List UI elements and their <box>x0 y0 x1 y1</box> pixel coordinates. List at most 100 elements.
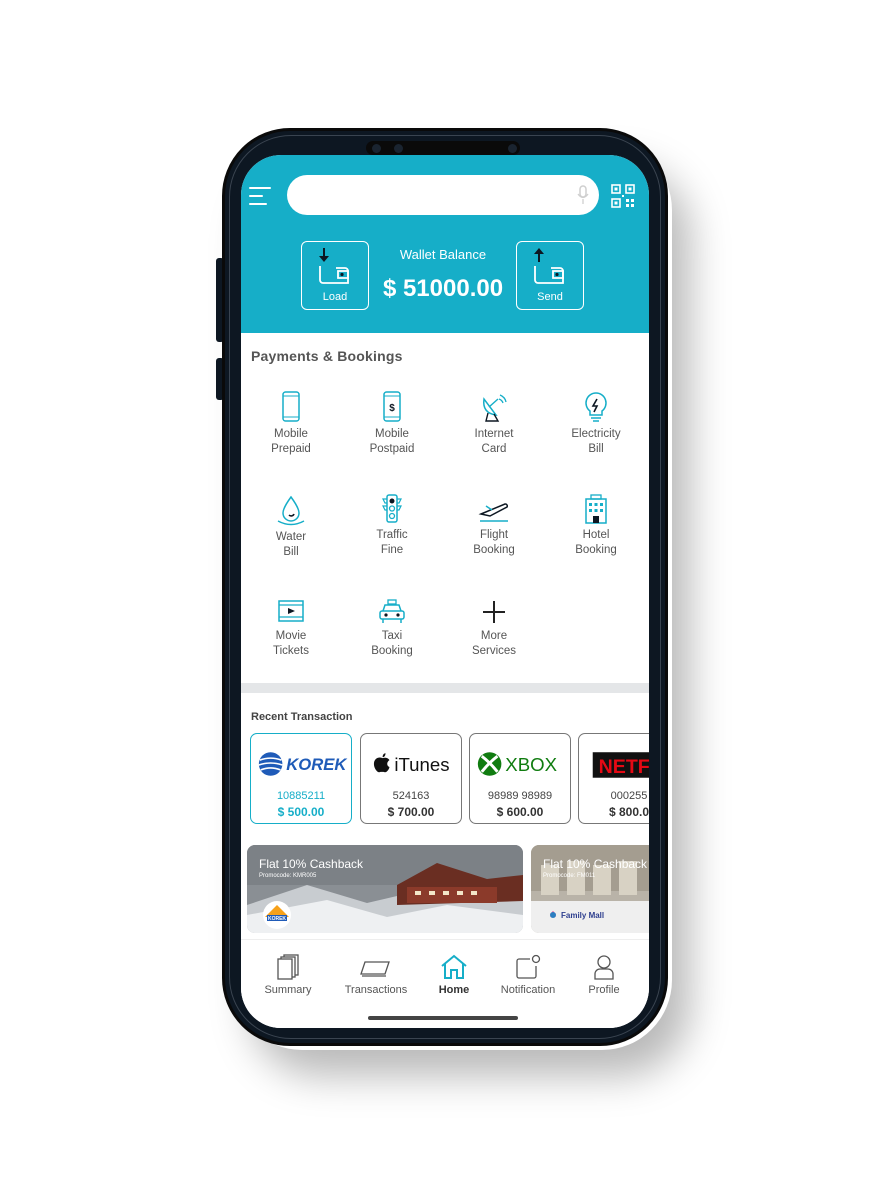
mic-icon[interactable] <box>577 185 589 205</box>
itunes-logo: iTunes <box>373 753 450 775</box>
service-label: Bill <box>283 545 299 558</box>
transaction-card-korek[interactable]: KOREK 10885211 $ 500.00 <box>250 733 352 824</box>
taxi-icon <box>379 599 405 623</box>
nav-label: Home <box>438 984 470 996</box>
service-water-bill[interactable]: Water Bill <box>243 494 339 559</box>
promo-logo-text: Family Mall <box>561 911 604 920</box>
section-divider <box>241 683 649 693</box>
traffic-light-icon <box>382 494 402 523</box>
transaction-number: 10885211 <box>276 790 326 802</box>
promo-banner-family-mall[interactable]: Family Mall Flat 10% Cashback Promocode:… <box>531 845 649 933</box>
service-label: Booking <box>575 543 617 556</box>
water-drop-icon <box>277 495 305 526</box>
netflix-wordmark: NETFL <box>599 756 649 778</box>
service-label: Postpaid <box>369 442 415 455</box>
service-label: Hotel <box>582 529 610 541</box>
load-label: Load <box>322 291 348 303</box>
transaction-card-netflix[interactable]: NETFL 000255 $ 800.0 <box>578 733 649 824</box>
service-movie-tickets[interactable]: Movie Tickets <box>243 599 339 658</box>
service-label: Water <box>275 531 307 543</box>
speaker-notch <box>366 141 520 155</box>
nav-profile[interactable]: Profile <box>564 954 644 996</box>
transaction-number: 000255 <box>610 790 648 802</box>
service-label: Card <box>481 442 507 455</box>
nav-home[interactable]: Home <box>414 954 494 996</box>
plus-icon <box>483 601 505 623</box>
service-label: Prepaid <box>271 442 311 455</box>
nav-summary[interactable]: Summary <box>248 954 328 996</box>
service-label: Fine <box>380 543 404 556</box>
service-more-services[interactable]: More Services <box>446 599 542 658</box>
nav-label: Summary <box>264 984 312 996</box>
wallet-load-icon <box>319 248 349 284</box>
front-camera <box>508 144 517 153</box>
service-label: Flight <box>479 529 509 541</box>
service-label: More <box>480 630 508 642</box>
promo-title: Flat 10% Cashback <box>543 857 648 871</box>
service-flight-booking[interactable]: Flight Booking <box>446 498 542 557</box>
summary-icon <box>277 954 299 980</box>
transaction-card-itunes[interactable]: iTunes 524163 $ 700.00 <box>360 733 462 824</box>
camera-dot <box>372 144 381 153</box>
home-indicator <box>368 1016 518 1020</box>
search-input[interactable] <box>303 183 563 207</box>
service-electricity-bill[interactable]: Electricity Bill <box>548 391 644 456</box>
lightbulb-icon <box>585 392 607 422</box>
service-label: Electricity <box>571 428 621 440</box>
nav-label: Profile <box>588 984 620 996</box>
service-label: Mobile <box>274 428 308 440</box>
korek-wordmark: KOREK <box>286 755 348 774</box>
wallet-balance-amount: $ 51000.00 <box>382 275 504 302</box>
nav-label: Notification <box>500 984 556 996</box>
korek-logo: KOREK <box>258 752 348 776</box>
promo-title: Flat 10% Cashback <box>259 857 364 871</box>
transaction-amount: $ 500.00 <box>277 805 325 819</box>
promo-code: Promocode: FM011 <box>543 873 596 879</box>
card-icon <box>360 961 390 977</box>
transaction-amount: $ 700.00 <box>387 805 435 819</box>
film-icon <box>278 600 304 622</box>
qr-code-icon[interactable] <box>611 184 635 208</box>
transaction-card-xbox[interactable]: XBOX 98989 98989 $ 600.00 <box>469 733 571 824</box>
payments-title: Payments & Bookings <box>251 348 403 364</box>
service-label: Tickets <box>273 644 309 657</box>
service-mobile-prepaid[interactable]: Mobile Prepaid <box>243 391 339 456</box>
nav-label: Transactions <box>344 984 408 996</box>
itunes-wordmark: iTunes <box>394 754 449 775</box>
promo-code: Promocode: KMR005 <box>259 873 317 879</box>
nav-notification[interactable]: Notification <box>488 954 568 996</box>
service-label: Booking <box>473 543 515 556</box>
send-button[interactable]: Send <box>516 241 584 310</box>
transaction-amount: $ 800.0 <box>608 805 649 819</box>
service-label: Traffic <box>376 529 408 541</box>
service-label: Movie <box>275 630 307 642</box>
service-mobile-postpaid[interactable]: $ Mobile Postpaid <box>344 391 440 456</box>
service-traffic-fine[interactable]: Traffic Fine <box>344 494 440 557</box>
netflix-logo: NETFL <box>592 752 649 778</box>
svg-text:$: $ <box>389 403 395 414</box>
profile-icon <box>594 955 614 980</box>
home-icon <box>441 954 467 979</box>
nav-transactions[interactable]: Transactions <box>336 954 416 996</box>
service-taxi-booking[interactable]: Taxi Booking <box>344 599 440 658</box>
service-hotel-booking[interactable]: Hotel Booking <box>548 494 644 557</box>
recent-transaction-title: Recent Transaction <box>251 711 353 723</box>
service-label: Services <box>471 644 517 657</box>
send-label: Send <box>537 291 563 303</box>
xbox-logo: XBOX <box>477 752 558 776</box>
service-label: Mobile <box>375 428 409 440</box>
hamburger-icon[interactable] <box>249 187 273 205</box>
transaction-number: 98989 98989 <box>487 790 553 802</box>
wallet-send-icon <box>534 248 564 284</box>
service-internet-card[interactable]: Internet Card <box>446 391 542 456</box>
app-screen: Load Wallet Balance $ 51000.00 Send Paym… <box>241 155 649 1028</box>
bottom-navigation: Summary Transactions Home Notification P… <box>241 939 649 1028</box>
service-label: Bill <box>588 442 604 455</box>
mobile-phone-icon <box>282 391 300 422</box>
satellite-dish-icon <box>483 394 507 422</box>
load-button[interactable]: Load <box>301 241 369 310</box>
notification-icon <box>516 954 541 979</box>
sensor-dot <box>394 144 403 153</box>
xbox-wordmark: XBOX <box>505 754 557 775</box>
promo-banner-korek[interactable]: KOREK Flat 10% Cashback Promocode: KMR00… <box>247 845 523 933</box>
